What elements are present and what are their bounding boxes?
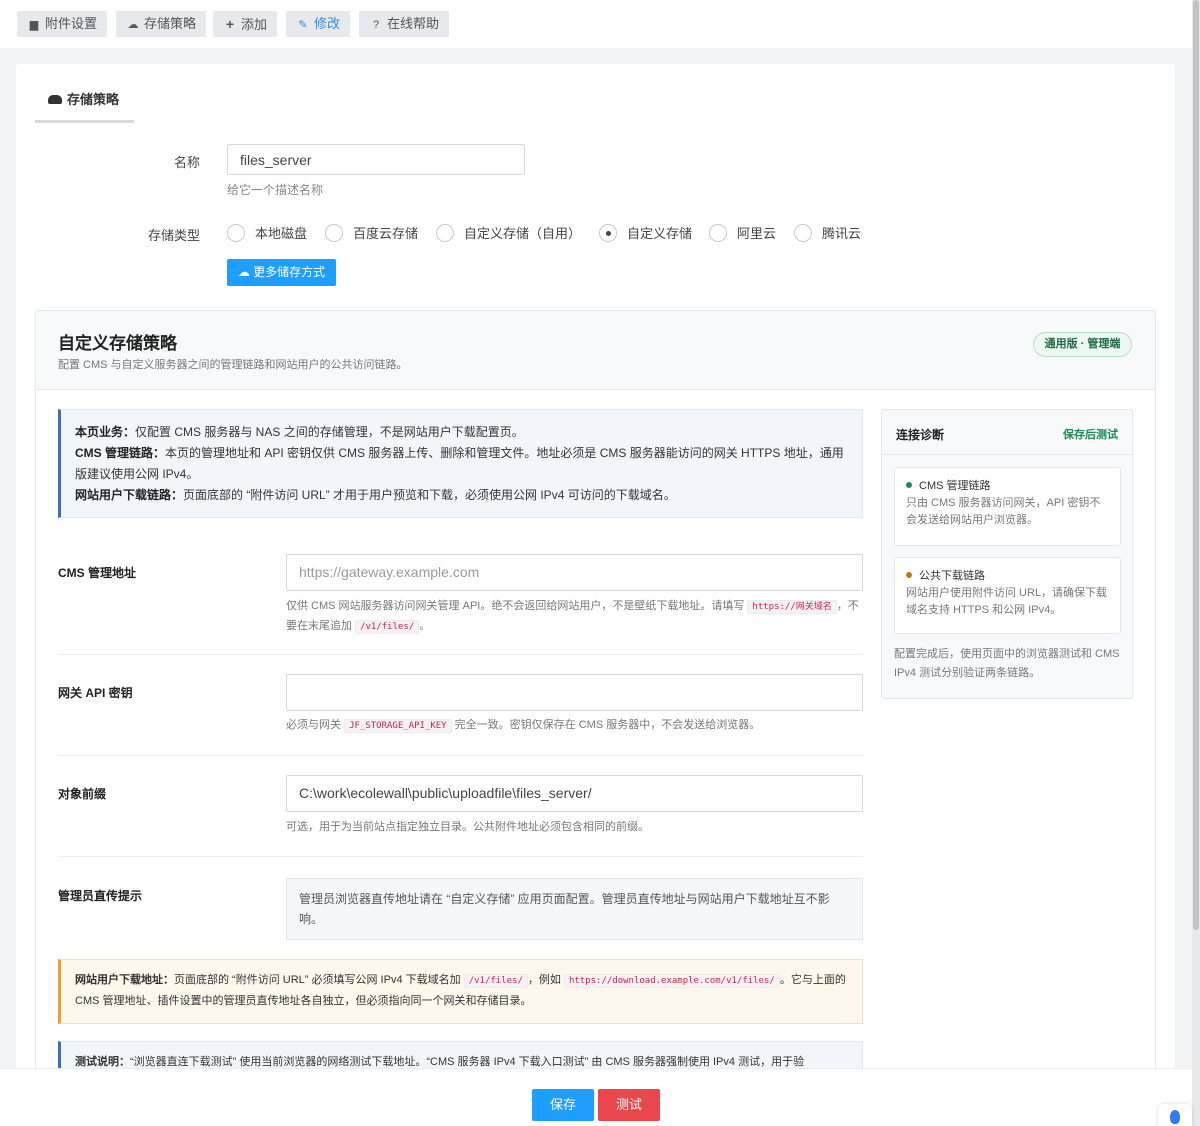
add-button[interactable]: + 添加 [213, 11, 278, 37]
tab-storage-policy[interactable]: 存储策略 [35, 89, 134, 123]
note-line-1: 本页业务：仅配置 CMS 服务器与 NAS 之间的存储管理，不是网站用户下载配置… [75, 425, 524, 439]
cloud-upload-icon: ☁ [237, 265, 250, 279]
radio-label: 本地磁盘 [255, 226, 308, 241]
radio-label: 百度云存储 [353, 226, 419, 241]
diagnostics-footer: 配置完成后，使用页面中的浏览器测试和 CMS IPv4 测试分别验证两条链路。 [894, 648, 1120, 679]
storage-policy-label: 存储策略 [144, 16, 197, 31]
public-link-card: 公共下载链路 网站用户使用附件访问 URL，请确保下载域名支持 HTTPS 和公… [894, 557, 1121, 634]
panel-header: 自定义存储策略 配置 CMS 与自定义服务器之间的管理链路和网站用户的公共访问链… [36, 311, 1155, 390]
online-help-label: 在线帮助 [387, 16, 440, 31]
panel-subtitle: 配置 CMS 与自定义服务器之间的管理链路和网站用户的公共访问链路。 [58, 359, 408, 371]
api-key-input[interactable] [286, 674, 863, 711]
radio-label: 阿里云 [737, 226, 777, 241]
name-hint: 给它一个描述名称 [227, 183, 324, 197]
radio-aliyun[interactable]: 阿里云 [709, 224, 776, 243]
scope-note: 本页业务：仅配置 CMS 服务器与 NAS 之间的存储管理，不是网站用户下载配置… [58, 409, 863, 518]
prefix-input[interactable]: C:\work\ecolewall\public\uploadfile\file… [286, 775, 863, 812]
attachment-settings-button[interactable]: ▆ 附件设置 [17, 11, 108, 37]
cms-link-card: CMS 管理链路 只由 CMS 服务器访问网关，API 密钥不会发送给网站用户浏… [894, 467, 1121, 546]
connection-diagnostics: 连接诊断 保存后测试 CMS 管理链路 只由 CMS 服务器访问网关，API 密… [881, 409, 1133, 699]
edit-icon: ✎ [298, 19, 308, 31]
radio-circle[interactable] [227, 224, 245, 242]
divider [58, 755, 863, 756]
admin-tip-label: 管理员直传提示 [58, 889, 143, 903]
public-link-text: 网站用户使用附件访问 URL，请确保下载域名支持 HTTPS 和公网 IPv4。 [906, 587, 1108, 616]
files-path-code: /v1/files/ [355, 620, 420, 634]
test-button[interactable]: 测试 [598, 1089, 660, 1121]
help-icon: ? [372, 19, 380, 31]
add-label: 添加 [241, 17, 268, 32]
floating-helper-button[interactable] [1158, 1104, 1192, 1126]
page-scrollbar[interactable] [1192, 0, 1200, 1126]
cms-url-desc: 仅供 CMS 网站服务器访问网关管理 API。绝不会返回给网站用户，不是壁纸下载… [286, 600, 859, 634]
name-input[interactable]: files_server [227, 144, 525, 175]
radio-local-disk[interactable]: 本地磁盘 [227, 224, 307, 243]
folder-icon: ▆ [29, 19, 39, 31]
radio-circle-selected[interactable] [599, 224, 617, 242]
note-line-3: 网站用户下载链路：页面底部的 “附件访问 URL” 才用于用户预览和下载，必须使… [75, 488, 676, 502]
radio-tencent-cloud[interactable]: 腾讯云 [794, 224, 861, 243]
more-storage-label: 更多储存方式 [253, 265, 326, 279]
download-url-warning: 网站用户下载地址：页面底部的 “附件访问 URL” 必须填写公网 IPv4 下载… [58, 959, 863, 1024]
radio-circle[interactable] [325, 224, 343, 242]
prefix-label: 对象前缀 [58, 787, 107, 801]
name-label: 名称 [173, 155, 200, 170]
save-button[interactable]: 保存 [532, 1089, 594, 1121]
cms-link-text: 只由 CMS 服务器访问网关，API 密钥不会发送给网站用户浏览器。 [906, 497, 1101, 526]
radio-baidu-cloud[interactable]: 百度云存储 [325, 224, 418, 243]
cms-url-input[interactable]: https://gateway.example.com [286, 554, 863, 591]
api-key-env-code: JF_STORAGE_API_KEY [344, 719, 452, 733]
note-line-2: CMS 管理链路：本页的管理地址和 API 密钥仅供 CMS 服务器上传、删除和… [75, 446, 844, 481]
api-key-desc: 必须与网关 JF_STORAGE_API_KEY 完全一致。密钥仅保存在 CMS… [286, 719, 761, 733]
action-bar: 保存 测试 [0, 1068, 1192, 1126]
edit-button[interactable]: ✎ 修改 [286, 11, 351, 37]
diagnostics-title: 连接诊断 [896, 428, 945, 442]
diagnostics-header: 连接诊断 保存后测试 [882, 410, 1132, 455]
status-dot [906, 572, 912, 578]
storage-policy-button[interactable]: ☁ 存储策略 [116, 11, 207, 37]
online-help-button[interactable]: ? 在线帮助 [359, 11, 450, 37]
custom-storage-panel: 自定义存储策略 配置 CMS 与自定义服务器之间的管理链路和网站用户的公共访问链… [35, 310, 1156, 1126]
main-card: 存储策略 名称 files_server 给它一个描述名称 存储类型 本地磁盘 … [16, 64, 1175, 1126]
prefix-desc: 可选，用于为当前站点指定独立目录。公共附件地址必须包含相同的前缀。 [286, 821, 649, 833]
divider [58, 856, 863, 857]
api-key-label: 网关 API 密钥 [58, 686, 133, 700]
radio-circle[interactable] [436, 224, 454, 242]
files-path-code: /v1/files/ [463, 974, 528, 988]
flame-icon [1170, 1110, 1180, 1124]
radio-label: 腾讯云 [822, 226, 862, 241]
radio-label: 自定义存储（自用） [464, 226, 582, 241]
cms-url-label: CMS 管理地址 [58, 566, 137, 580]
edition-badge: 通用版 · 管理端 [1033, 332, 1132, 357]
edit-label: 修改 [314, 16, 341, 31]
cloud-icon: ☁ [127, 19, 139, 31]
plus-icon: + [225, 16, 235, 32]
admin-tip-box: 管理员浏览器直传地址请在 “自定义存储” 应用页面配置。管理员直传地址与网站用户… [286, 878, 863, 940]
gateway-domain-code: https://网关域名 [747, 600, 837, 614]
example-url-code: https://download.example.com/v1/files/ [563, 974, 780, 988]
cms-link-title: CMS 管理链路 [906, 478, 1109, 495]
top-toolbar: ▆ 附件设置 ☁ 存储策略 + 添加 ✎ 修改 ? 在线帮助 [0, 0, 1192, 48]
attachment-settings-label: 附件设置 [45, 16, 98, 31]
tab-label: 存储策略 [67, 92, 120, 107]
cloud-icon [48, 95, 62, 104]
test-after-save-link[interactable]: 保存后测试 [1063, 426, 1118, 442]
radio-custom-storage[interactable]: 自定义存储 [599, 224, 692, 243]
radio-custom-storage-self[interactable]: 自定义存储（自用） [436, 224, 581, 243]
status-dot [906, 482, 912, 488]
radio-label: 自定义存储 [627, 226, 693, 241]
more-storage-button[interactable]: ☁ 更多储存方式 [227, 259, 336, 286]
public-link-title: 公共下载链路 [906, 568, 1109, 585]
scrollbar-thumb[interactable] [1193, 0, 1199, 930]
radio-circle[interactable] [709, 224, 727, 242]
panel-title: 自定义存储策略 [58, 334, 177, 353]
divider [58, 654, 863, 655]
radio-circle[interactable] [794, 224, 812, 242]
storage-type-label: 存储类型 [147, 228, 200, 243]
